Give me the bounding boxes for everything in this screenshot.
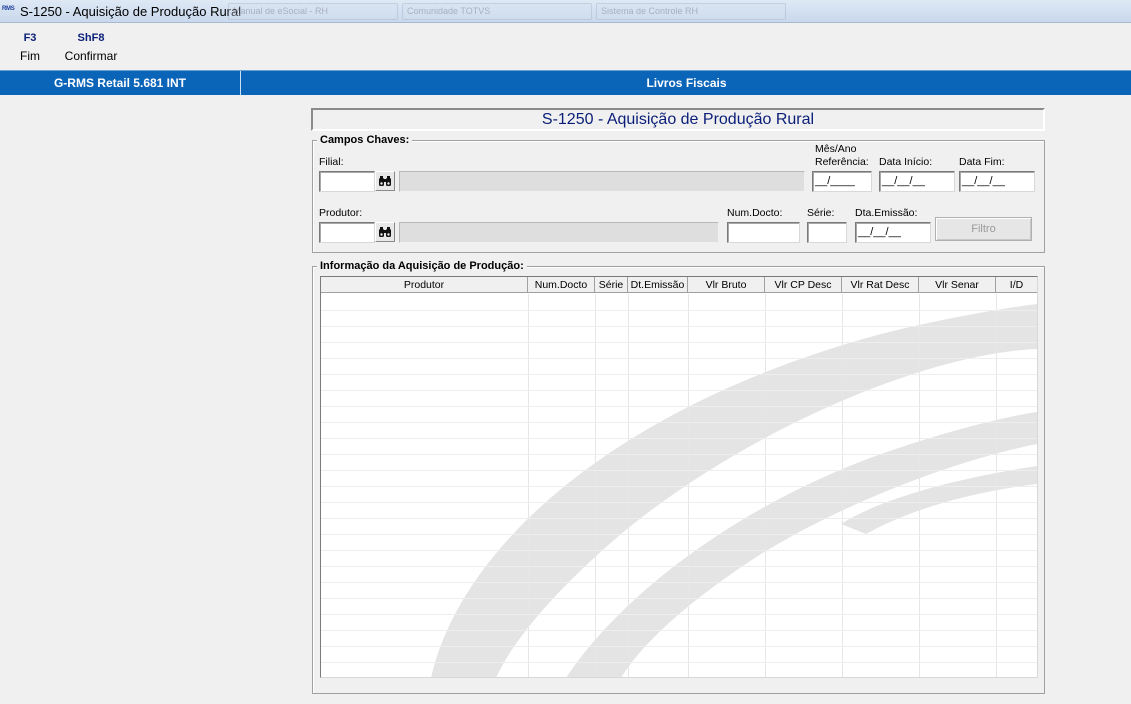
module-title: Livros Fiscais <box>646 76 727 90</box>
filial-input[interactable] <box>319 171 375 192</box>
serie-input[interactable] <box>807 222 847 243</box>
background-taskbar-tabs: Manual de eSocial - RH Comunidade TOTVS … <box>228 3 1131 20</box>
data-fim-label: Data Fim: <box>959 156 1005 168</box>
fkey-code: F3 <box>23 32 37 44</box>
fkey-label: Confirmar <box>64 49 118 63</box>
dta-emissao-input[interactable]: __/__/__ <box>855 222 931 243</box>
aquisicao-grid[interactable]: Produtor Num.Docto Série Dt.Emissão Vlr … <box>320 276 1038 678</box>
num-docto-input[interactable] <box>727 222 800 243</box>
system-version-label: G-RMS Retail 5.681 INT <box>0 71 241 95</box>
mes-ano-label: Mês/Ano <box>815 143 857 155</box>
produtor-label: Produtor: <box>319 207 363 219</box>
produtor-search-button[interactable] <box>375 222 395 242</box>
background-tab[interactable]: Manual de eSocial - RH <box>228 3 398 20</box>
column-header-vlr-rat-desc[interactable]: Vlr Rat Desc <box>842 277 919 293</box>
module-header-bar: G-RMS Retail 5.681 INT Livros Fiscais <box>0 70 1131 95</box>
confirmar-button[interactable]: ShF8 Confirmar <box>62 32 120 63</box>
dta-emissao-label: Dta.Emissão: <box>855 207 918 219</box>
background-tab[interactable]: Sistema de Controle RH <box>596 3 786 20</box>
grid-header: Produtor Num.Docto Série Dt.Emissão Vlr … <box>321 277 1037 293</box>
filtro-button[interactable]: Filtro <box>935 217 1032 241</box>
background-tab[interactable]: Comunidade TOTVS <box>402 3 592 20</box>
produtor-description-field <box>399 222 719 243</box>
fim-button[interactable]: F3 Fim <box>18 32 42 63</box>
informacao-aquisicao-legend: Informação da Aquisição de Produção: <box>317 260 527 272</box>
filial-search-button[interactable] <box>375 171 395 191</box>
column-header-vlr-cp-desc[interactable]: Vlr CP Desc <box>765 277 842 293</box>
column-header-i-d[interactable]: I/D <box>996 277 1037 293</box>
filial-description-field <box>399 171 805 192</box>
column-header-vlr-senar[interactable]: Vlr Senar <box>919 277 996 293</box>
campos-chaves-legend: Campos Chaves: <box>317 134 413 146</box>
fkey-label: Fim <box>20 49 40 63</box>
fkey-code: ShF8 <box>77 32 105 44</box>
column-header-serie[interactable]: Série <box>595 277 628 293</box>
data-fim-input[interactable]: __/__/__ <box>959 171 1035 192</box>
column-header-produtor[interactable]: Produtor <box>321 277 528 293</box>
window-title-bar: RMS S-1250 - Aquisição de Produção Rural… <box>0 0 1131 23</box>
function-key-bar: F3 Fim ShF8 Confirmar <box>0 23 1131 70</box>
grid-lines <box>321 294 1037 677</box>
data-inicio-label: Data Início: <box>879 156 933 168</box>
produtor-input[interactable] <box>319 222 375 243</box>
filial-label: Filial: <box>319 156 344 168</box>
grid-body[interactable] <box>321 294 1037 677</box>
rms-app-icon: RMS <box>2 6 15 12</box>
serie-label: Série: <box>807 207 835 219</box>
form-title: S-1250 - Aquisição de Produção Rural <box>311 108 1045 131</box>
mes-ano-referencia-input[interactable]: __/____ <box>812 171 872 192</box>
num-docto-label: Num.Docto: <box>727 207 783 219</box>
binoculars-icon <box>379 176 391 186</box>
referencia-label: Referência: <box>815 156 869 168</box>
column-header-dt-emissao[interactable]: Dt.Emissão <box>628 277 688 293</box>
data-inicio-input[interactable]: __/__/__ <box>879 171 955 192</box>
column-header-vlr-bruto[interactable]: Vlr Bruto <box>688 277 765 293</box>
binoculars-icon <box>379 227 391 237</box>
window-title: S-1250 - Aquisição de Produção Rural <box>20 4 242 19</box>
column-header-num-docto[interactable]: Num.Docto <box>528 277 595 293</box>
